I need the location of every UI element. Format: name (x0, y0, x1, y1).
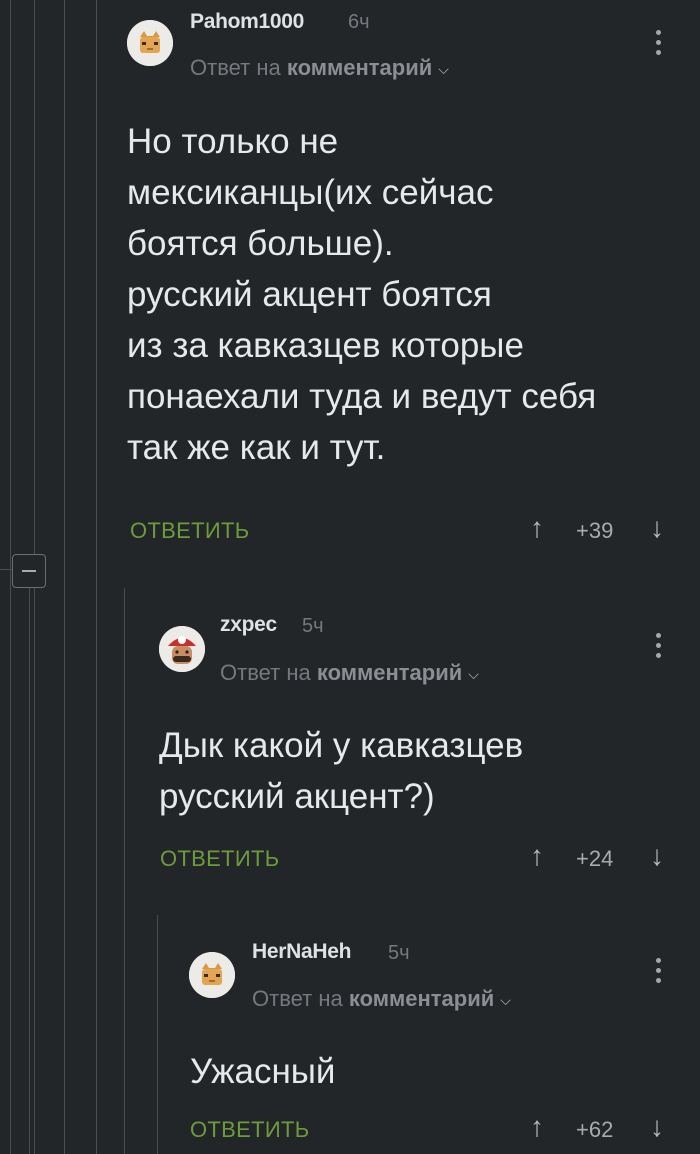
comment-time: 5ч (388, 942, 410, 964)
comment-rating: +62 (576, 1117, 614, 1142)
dot (656, 958, 661, 963)
comment-text: Ужасный (190, 1052, 336, 1091)
avatar[interactable] (189, 952, 235, 998)
reply-to-link[interactable]: Ответ на комментарий ⌵ (252, 986, 511, 1012)
arrow-up-icon[interactable]: ↑ (530, 1111, 544, 1143)
dot (656, 968, 661, 973)
arrow-down-icon[interactable]: ↓ (650, 1111, 664, 1143)
dot (656, 978, 661, 983)
more-options-button[interactable] (656, 958, 662, 988)
reply-button[interactable]: ОТВЕТИТЬ (190, 1117, 309, 1143)
reply-to-target: комментарий (348, 986, 495, 1011)
comment: HerNaHeh 5ч Ответ на комментарий ⌵ Ужасны… (0, 0, 700, 1154)
chevron-down-icon: ⌵ (500, 991, 511, 1008)
username[interactable]: HerNaHeh (252, 940, 351, 964)
avatar-cat-icon (189, 952, 235, 998)
reply-to-prefix: Ответ на (252, 986, 343, 1011)
